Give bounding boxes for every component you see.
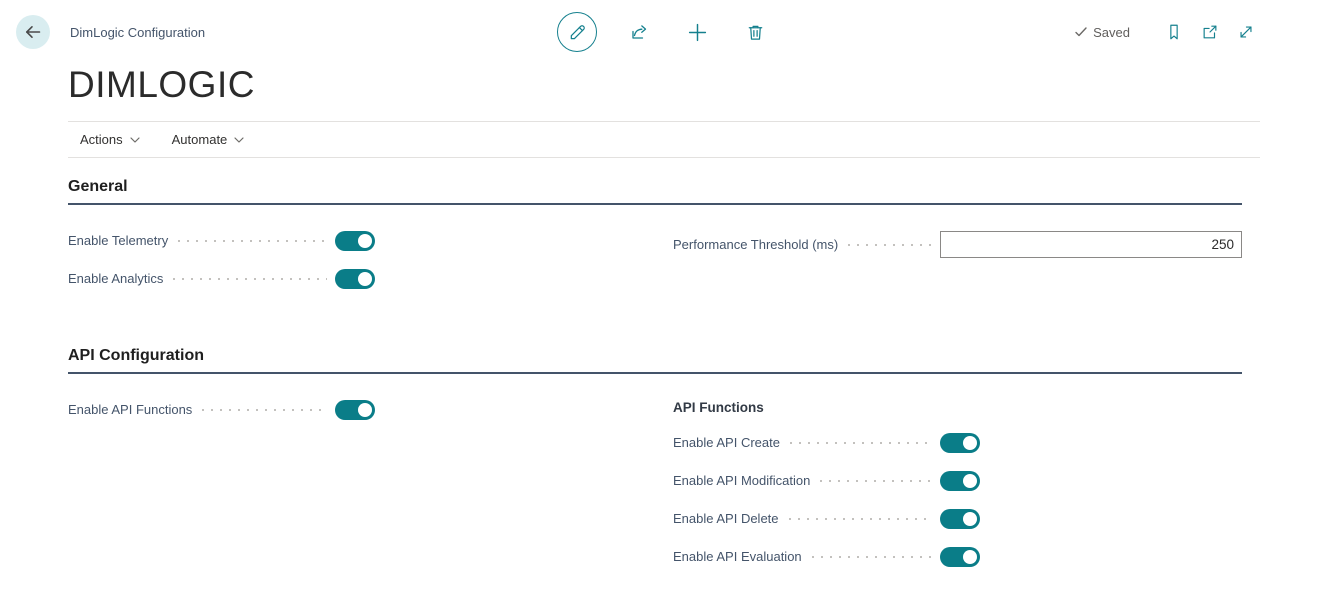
dotted-leader (789, 518, 932, 520)
top-bar: DimLogic Configuration (0, 0, 1328, 64)
field-enable-api-functions: Enable API Functions (68, 400, 637, 420)
edit-button[interactable] (557, 12, 597, 52)
general-left-column: Enable Telemetry Enable Analytics (68, 231, 637, 307)
section-general-grid: Enable Telemetry Enable Analytics (68, 231, 1242, 307)
field-label-area: Enable API Create (673, 435, 940, 450)
action-menu-bar: Actions Automate (68, 121, 1260, 158)
field-enable-api-delete: Enable API Delete (673, 509, 1242, 529)
pencil-icon (568, 23, 587, 42)
section-api-grid: Enable API Functions API Functions Enabl… (68, 400, 1242, 585)
enable-api-modification-toggle[interactable] (940, 471, 980, 491)
chevron-down-icon (234, 137, 244, 143)
menu-automate[interactable]: Automate (172, 132, 245, 147)
field-label: Enable Analytics (68, 271, 163, 286)
back-button[interactable] (16, 15, 50, 49)
dimlogic-configuration-page: DimLogic Configuration (0, 0, 1328, 593)
open-in-new-window-icon (1201, 23, 1219, 41)
field-enable-api-evaluation: Enable API Evaluation (673, 547, 1242, 567)
field-label-area: Enable API Delete (673, 511, 940, 526)
chevron-down-icon (130, 137, 140, 143)
share-icon (629, 22, 649, 42)
save-status-label: Saved (1093, 25, 1130, 40)
page-title: DIMLOGIC (68, 65, 1328, 106)
breadcrumb[interactable]: DimLogic Configuration (70, 25, 205, 40)
enable-telemetry-toggle[interactable] (335, 231, 375, 251)
dotted-leader (202, 409, 327, 411)
performance-threshold-input[interactable] (940, 231, 1242, 258)
topbar-left: DimLogic Configuration (0, 15, 205, 49)
section-api-configuration-title: API Configuration (68, 347, 1242, 374)
field-enable-telemetry: Enable Telemetry (68, 231, 637, 251)
enable-api-evaluation-toggle[interactable] (940, 547, 980, 567)
save-status: Saved (1074, 25, 1130, 40)
menu-actions-label: Actions (80, 132, 123, 147)
menu-actions[interactable]: Actions (80, 132, 140, 147)
open-in-new-window-button[interactable] (1194, 16, 1226, 48)
enable-api-functions-toggle[interactable] (335, 400, 375, 420)
arrow-left-icon (23, 22, 43, 42)
field-label-area: Enable API Modification (673, 473, 940, 488)
section-api-configuration: API Configuration Enable API Functions A… (68, 347, 1242, 585)
field-label: Enable API Modification (673, 473, 810, 488)
dotted-leader (820, 480, 932, 482)
fit-to-window-button[interactable] (1230, 16, 1262, 48)
delete-button[interactable] (739, 16, 771, 48)
field-label: Enable Telemetry (68, 233, 168, 248)
api-functions-group-title: API Functions (673, 400, 1242, 415)
dotted-leader (790, 442, 932, 444)
dotted-leader (178, 240, 327, 242)
field-label: Performance Threshold (ms) (673, 237, 838, 252)
field-label-area: Enable API Evaluation (673, 549, 940, 564)
enable-api-create-toggle[interactable] (940, 433, 980, 453)
api-functions-group: API Functions Enable API Create Enable A… (673, 400, 1242, 585)
field-enable-api-modification: Enable API Modification (673, 471, 1242, 491)
general-right-column: Performance Threshold (ms) (673, 231, 1242, 307)
dotted-leader (848, 244, 932, 246)
field-label: Enable API Functions (68, 402, 192, 417)
dotted-leader (812, 556, 932, 558)
field-enable-api-create: Enable API Create (673, 433, 1242, 453)
trash-icon (746, 23, 765, 42)
topbar-right: Saved (1074, 0, 1262, 64)
dotted-leader (173, 278, 327, 280)
api-left-column: Enable API Functions (68, 400, 637, 585)
field-label-area: Enable API Functions (68, 402, 335, 417)
expand-diagonal-icon (1237, 23, 1255, 41)
bookmark-button[interactable] (1158, 16, 1190, 48)
menu-automate-label: Automate (172, 132, 228, 147)
field-label-area: Performance Threshold (ms) (673, 237, 940, 252)
field-label: Enable API Create (673, 435, 780, 450)
field-performance-threshold: Performance Threshold (ms) (673, 231, 1242, 258)
field-label-area: Enable Telemetry (68, 233, 335, 248)
new-button[interactable] (681, 16, 713, 48)
check-icon (1074, 25, 1088, 39)
bookmark-icon (1165, 23, 1183, 41)
field-label: Enable API Evaluation (673, 549, 802, 564)
plus-icon (687, 22, 708, 43)
enable-analytics-toggle[interactable] (335, 269, 375, 289)
field-enable-analytics: Enable Analytics (68, 269, 637, 289)
enable-api-delete-toggle[interactable] (940, 509, 980, 529)
field-label: Enable API Delete (673, 511, 779, 526)
page-content: General Enable Telemetry Enable Analytic… (0, 178, 1328, 585)
section-general-title: General (68, 178, 1242, 205)
section-general: General Enable Telemetry Enable Analytic… (68, 178, 1242, 307)
field-label-area: Enable Analytics (68, 271, 335, 286)
share-button[interactable] (623, 16, 655, 48)
topbar-action-icons (557, 0, 771, 64)
